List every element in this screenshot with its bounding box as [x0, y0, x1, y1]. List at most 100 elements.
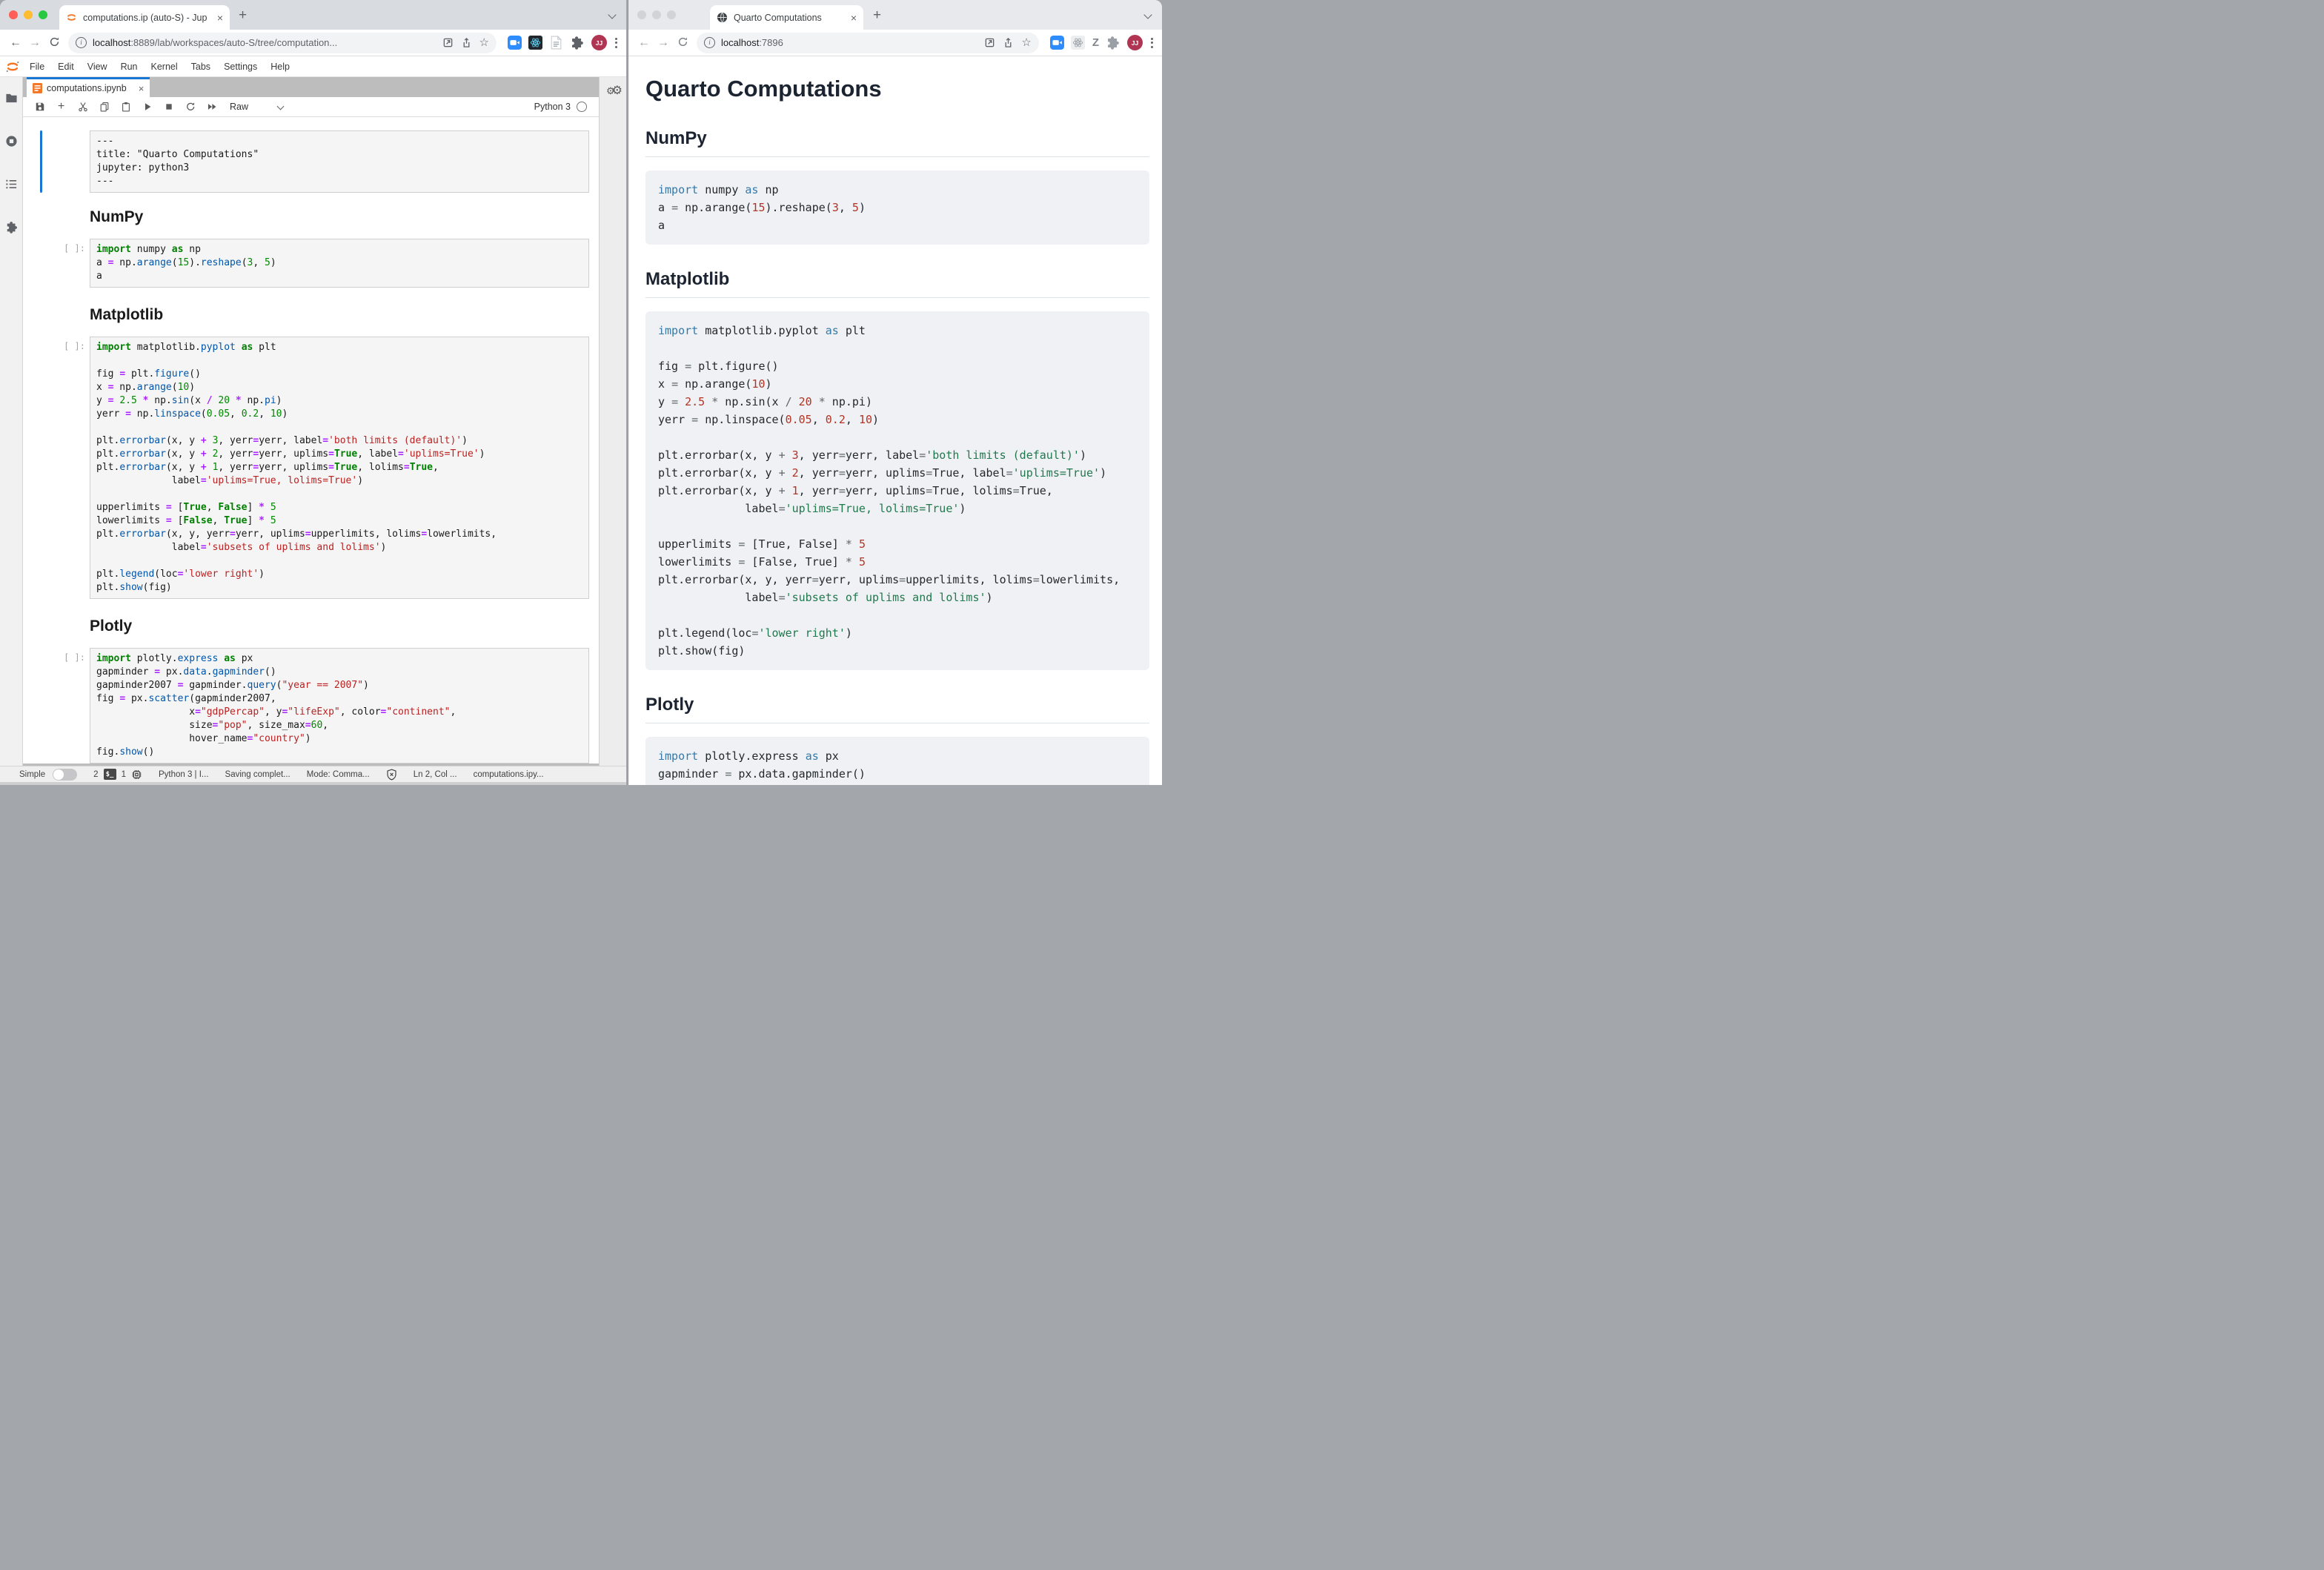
- share-icon[interactable]: [1003, 37, 1014, 48]
- property-inspector-icon[interactable]: ⚙⚙: [606, 85, 620, 96]
- notebook-tab-title: computations.ipynb: [47, 83, 127, 93]
- cell-type-select[interactable]: Raw: [230, 102, 248, 112]
- extensions-puzzle-icon[interactable]: [1106, 36, 1120, 50]
- profile-avatar[interactable]: JJ: [1127, 35, 1143, 50]
- tab-close-icon[interactable]: ×: [217, 12, 223, 24]
- address-bar[interactable]: i localhost:8889/lab/workspaces/auto-S/t…: [68, 33, 497, 53]
- right-url-row: ← → i localhost:7896 ☆ Z JJ: [628, 30, 1162, 56]
- open-in-new-icon[interactable]: [442, 37, 454, 48]
- file-browser-icon[interactable]: [5, 92, 18, 108]
- extensions-puzzle-icon[interactable]: [570, 36, 584, 50]
- cell-editor[interactable]: import numpy as npa = np.arange(15).resh…: [90, 239, 589, 288]
- add-cell-button[interactable]: +: [50, 102, 72, 112]
- code-line: gapminder = px.data.gapminder(): [96, 666, 582, 679]
- statusbar-filename: computations.ipy...: [474, 770, 544, 779]
- browser-menu-icon[interactable]: [1151, 38, 1153, 48]
- kernel-name-label[interactable]: Python 3: [534, 102, 571, 112]
- tab-search-chevron-icon[interactable]: [608, 10, 616, 19]
- sessions-group[interactable]: 2 $_ 1: [93, 769, 142, 781]
- tab-close-icon[interactable]: ×: [851, 12, 857, 24]
- table-of-contents-icon[interactable]: [5, 178, 18, 194]
- cut-cells-button[interactable]: [72, 102, 93, 112]
- kernel-status-label[interactable]: Python 3 | I...: [159, 770, 209, 779]
- close-window-button[interactable]: [9, 10, 18, 19]
- notebook-cell-raw: ---title: "Quarto Computations"jupyter: …: [40, 130, 599, 193]
- extension-manager-icon[interactable]: [5, 221, 18, 237]
- cell-type-chevron-icon[interactable]: [277, 102, 285, 110]
- cell-prompt: [42, 130, 90, 193]
- paste-cells-button[interactable]: [115, 102, 136, 112]
- site-info-icon[interactable]: i: [76, 37, 87, 48]
- react-devtools-extension-icon[interactable]: [528, 36, 542, 50]
- code-line: a: [658, 216, 1137, 234]
- menu-file[interactable]: File: [23, 62, 51, 72]
- zoom-extension-icon[interactable]: [508, 36, 522, 50]
- interrupt-kernel-button[interactable]: [158, 102, 179, 112]
- zoom-window-button[interactable]: [39, 10, 47, 19]
- open-in-new-icon[interactable]: [984, 37, 995, 48]
- browser-tab-quarto[interactable]: Quarto Computations ×: [710, 5, 863, 30]
- markdown-cell[interactable]: Matplotlib: [90, 304, 589, 326]
- markdown-heading: NumPy: [90, 208, 589, 227]
- code-line: plt.errorbar(x, y, yerr=yerr, uplims=upp…: [96, 528, 582, 541]
- markdown-cell[interactable]: Plotly: [90, 615, 589, 637]
- menu-settings[interactable]: Settings: [217, 62, 264, 72]
- cursor-position-label[interactable]: Ln 2, Col ...: [414, 770, 457, 779]
- bookmark-star-icon[interactable]: ☆: [1021, 37, 1031, 48]
- copy-cells-button[interactable]: [93, 102, 115, 112]
- cell-editor[interactable]: import plotly.express as pxgapminder = p…: [90, 648, 589, 764]
- menu-view[interactable]: View: [81, 62, 114, 72]
- cell-prompt: [42, 615, 90, 637]
- code-line: ---: [96, 175, 582, 188]
- notebook-tab[interactable]: computations.ipynb ×: [27, 77, 150, 97]
- save-button[interactable]: [29, 102, 50, 112]
- document-extension-icon[interactable]: [549, 36, 563, 50]
- browser-menu-icon[interactable]: [615, 38, 617, 48]
- restart-kernel-button[interactable]: [179, 102, 201, 112]
- run-cell-button[interactable]: [136, 102, 158, 112]
- close-window-button[interactable]: [637, 10, 646, 19]
- profile-avatar[interactable]: JJ: [591, 35, 607, 50]
- left-url-row: ← → i localhost:8889/lab/workspaces/auto…: [0, 30, 626, 56]
- new-tab-button[interactable]: +: [873, 7, 881, 24]
- menu-run[interactable]: Run: [114, 62, 145, 72]
- url-host: localhost: [721, 37, 759, 48]
- share-icon[interactable]: [461, 37, 472, 48]
- cell-editor[interactable]: import matplotlib.pyplot as plt fig = pl…: [90, 337, 589, 599]
- site-info-icon[interactable]: i: [704, 37, 715, 48]
- tab-search-chevron-icon[interactable]: [1143, 10, 1152, 19]
- markdown-heading: Plotly: [90, 617, 589, 636]
- menu-edit[interactable]: Edit: [51, 62, 81, 72]
- command-mode-label[interactable]: Mode: Comma...: [307, 770, 370, 779]
- markdown-cell[interactable]: NumPy: [90, 206, 589, 228]
- minimize-window-button[interactable]: [24, 10, 33, 19]
- minimize-window-button[interactable]: [652, 10, 661, 19]
- cell-editor[interactable]: ---title: "Quarto Computations"jupyter: …: [90, 130, 589, 193]
- back-icon[interactable]: ←: [6, 36, 25, 50]
- menu-tabs[interactable]: Tabs: [185, 62, 217, 72]
- menu-help[interactable]: Help: [264, 62, 296, 72]
- react-devtools-extension-icon-disabled[interactable]: [1071, 36, 1085, 50]
- zoom-extension-icon[interactable]: [1050, 36, 1064, 50]
- browser-tab-jupyter[interactable]: computations.ip (auto-S) - Jup ×: [59, 5, 230, 30]
- menu-kernel[interactable]: Kernel: [145, 62, 185, 72]
- notebook-cell-markdown: NumPy: [40, 206, 599, 228]
- terminal-count: 2: [93, 770, 98, 779]
- zoom-window-button[interactable]: [667, 10, 676, 19]
- simple-mode-toggle[interactable]: [53, 769, 77, 781]
- notebook-tab-close-icon[interactable]: ×: [139, 83, 145, 94]
- bookmark-star-icon[interactable]: ☆: [479, 37, 489, 48]
- address-bar[interactable]: i localhost:7896 ☆: [697, 33, 1039, 53]
- url-port: :7896: [759, 37, 783, 48]
- new-tab-button[interactable]: +: [239, 7, 247, 24]
- code-line: a = np.arange(15).reshape(3, 5): [658, 199, 1137, 216]
- code-line: x = np.arange(10): [658, 375, 1137, 393]
- reload-icon[interactable]: [673, 36, 692, 50]
- code-line: y = 2.5 * np.sin(x / 20 * np.pi): [658, 393, 1137, 411]
- reload-icon[interactable]: [44, 36, 64, 50]
- running-kernels-icon[interactable]: [5, 135, 18, 151]
- restart-run-all-button[interactable]: [201, 102, 222, 112]
- z-extension-icon[interactable]: Z: [1092, 36, 1099, 49]
- code-line: fig.show(): [96, 746, 582, 759]
- quarto-page: Quarto Computations NumPyimport numpy as…: [628, 56, 1162, 785]
